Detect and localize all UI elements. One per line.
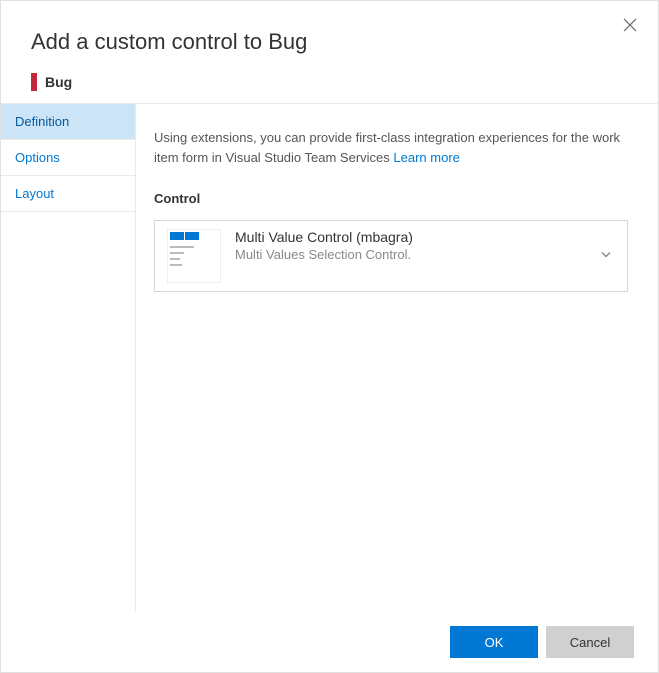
chevron-down-icon — [599, 248, 613, 265]
sidebar-item-options[interactable]: Options — [1, 140, 135, 176]
sidebar-item-definition[interactable]: Definition — [1, 104, 135, 140]
control-text: Multi Value Control (mbagra) Multi Value… — [235, 229, 615, 262]
control-subtitle: Multi Values Selection Control. — [235, 247, 615, 262]
control-thumbnail — [167, 229, 221, 283]
main-panel: Using extensions, you can provide first-… — [135, 104, 658, 612]
dialog-title: Add a custom control to Bug — [31, 29, 628, 55]
work-item-type-name: Bug — [45, 74, 72, 90]
sidebar-item-layout[interactable]: Layout — [1, 176, 135, 212]
description-text: Using extensions, you can provide first-… — [154, 130, 620, 165]
sidebar-item-label: Options — [15, 150, 60, 165]
close-icon — [623, 18, 637, 32]
control-section-label: Control — [154, 191, 628, 206]
sidebar-item-label: Layout — [15, 186, 54, 201]
dialog: Add a custom control to Bug Bug Definiti… — [0, 0, 659, 673]
sidebar: Definition Options Layout — [1, 104, 135, 612]
work-item-type-color — [31, 73, 37, 91]
dialog-header: Add a custom control to Bug Bug — [1, 1, 658, 103]
work-item-type-row: Bug — [31, 73, 628, 91]
dialog-body: Definition Options Layout Using extensio… — [1, 103, 658, 612]
learn-more-link[interactable]: Learn more — [393, 150, 459, 165]
ok-button[interactable]: OK — [450, 626, 538, 658]
control-dropdown[interactable]: Multi Value Control (mbagra) Multi Value… — [154, 220, 628, 292]
cancel-button[interactable]: Cancel — [546, 626, 634, 658]
dialog-footer: OK Cancel — [1, 612, 658, 672]
description: Using extensions, you can provide first-… — [154, 128, 628, 167]
control-title: Multi Value Control (mbagra) — [235, 229, 615, 245]
close-button[interactable] — [620, 15, 640, 35]
sidebar-item-label: Definition — [15, 114, 69, 129]
